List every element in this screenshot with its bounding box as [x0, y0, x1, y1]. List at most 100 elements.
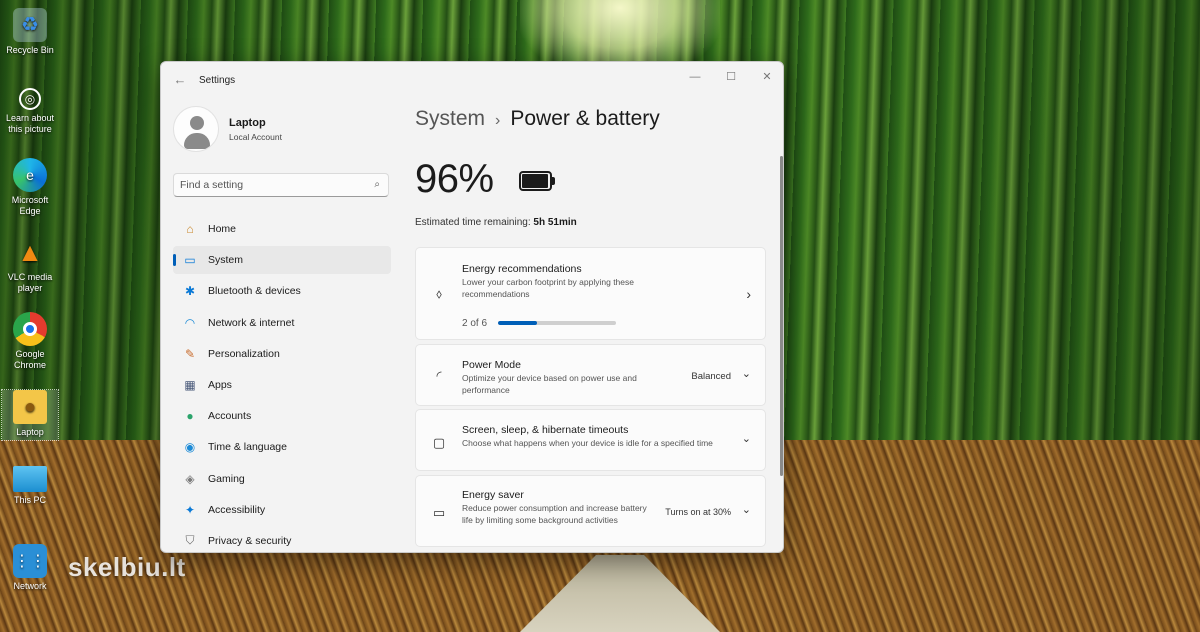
brush-icon: ✎	[184, 346, 196, 361]
sidebar-item-home[interactable]: ⌂ Home	[173, 215, 391, 243]
sidebar-item-bluetooth-devices[interactable]: ✱ Bluetooth & devices	[173, 277, 391, 305]
card-description: Optimize your device based on power use …	[462, 373, 637, 395]
back-button[interactable]: ←	[171, 72, 189, 88]
sidebar-item-apps[interactable]: ▦ Apps	[173, 371, 391, 399]
energy-saver-dropdown[interactable]: Turns on at 30%	[665, 507, 731, 517]
sidebar-item-label: Time & language	[208, 441, 287, 454]
search-input[interactable]	[180, 177, 360, 193]
watermark: skelbiu.lt	[68, 552, 186, 582]
sidebar-item-label: Apps	[208, 378, 232, 391]
profile-account-type: Local Account	[229, 132, 282, 142]
sidebar-nav: ⌂ Home ▭ System ✱ Bluetooth & devices ◠ Network…	[173, 215, 391, 552]
sidebar-item-privacy-security[interactable]: ⛉ Privacy & security	[173, 527, 391, 552]
chrome-icon	[13, 312, 47, 346]
desktop-icon-network[interactable]: ⋮⋮ Network	[2, 544, 58, 592]
sidebar-item-accounts[interactable]: ● Accounts	[173, 402, 391, 430]
scrollbar[interactable]	[780, 156, 783, 476]
home-icon: ⌂	[186, 222, 194, 236]
desktop-icon-vlc[interactable]: ▲ VLC media player	[2, 235, 58, 294]
user-folder-icon: ●	[13, 390, 47, 424]
battery-tip	[552, 177, 555, 185]
edge-icon: e	[13, 158, 47, 192]
monitor-icon	[13, 466, 47, 492]
avatar-head	[190, 116, 204, 130]
sidebar-item-accessibility[interactable]: ✦ Accessibility	[173, 496, 391, 524]
sidebar-item-label: Network & internet	[208, 316, 295, 329]
desktop-icon-label: Microsoft Edge	[11, 195, 49, 216]
wifi-icon: ◠	[184, 315, 196, 330]
page-title: Power & battery	[510, 107, 660, 130]
sidebar-item-label: System	[208, 254, 244, 267]
breadcrumb-separator: ›	[495, 112, 501, 129]
sidebar-item-time-language[interactable]: ◉ Time & language	[173, 433, 391, 461]
breadcrumb-parent[interactable]: System	[415, 107, 485, 130]
search-icon[interactable]: ⌕	[374, 179, 380, 190]
desktop-icon-learn-picture[interactable]: ◎ Learn about this picture	[2, 88, 58, 135]
settings-window: ← Settings — ☐ ✕ Laptop Local Account ⌕ …	[160, 61, 784, 553]
minimize-button[interactable]: —	[677, 66, 713, 88]
user-profile[interactable]: Laptop Local Account	[173, 106, 373, 152]
desktop-icon-this-pc[interactable]: This PC	[2, 466, 58, 506]
energy-recommendations-card[interactable]: ⬨ Energy recommendations Lower your carb…	[415, 247, 766, 340]
sidebar-item-label: Personalization	[208, 347, 280, 360]
power-mode-dropdown[interactable]: Balanced	[691, 371, 731, 382]
chevron-right-icon[interactable]: ›	[746, 286, 751, 302]
system-icon: ▭	[184, 253, 196, 268]
sidebar-item-personalization[interactable]: ✎ Personalization	[173, 340, 391, 368]
profile-name: Laptop	[229, 117, 266, 129]
card-title: Energy recommendations	[462, 263, 582, 275]
battery-percent: 96%	[415, 157, 494, 201]
battery-fill	[522, 174, 548, 188]
desktop-icon-edge[interactable]: e Microsoft Edge	[2, 158, 58, 217]
card-title: Screen, sleep, & hibernate timeouts	[462, 424, 629, 436]
desktop-icon-label: Google Chrome	[13, 349, 46, 370]
shield-icon: ⛉	[185, 533, 195, 548]
sidebar-item-label: Privacy & security	[208, 534, 292, 547]
desktop-icon-laptop[interactable]: ● Laptop	[1, 389, 59, 441]
sidebar-item-system[interactable]: ▭ System	[173, 246, 391, 275]
avatar	[173, 106, 219, 152]
gamepad-icon: ◈	[185, 471, 195, 486]
desktop-icon-recycle-bin[interactable]: ♻ Recycle Bin	[2, 8, 58, 56]
progress-fill	[498, 321, 538, 325]
sidebar-item-network-internet[interactable]: ◠ Network & internet	[173, 309, 391, 337]
avatar-body	[184, 133, 210, 149]
vlc-cone-icon: ▲	[17, 236, 43, 267]
desktop-icon-label: VLC media player	[7, 272, 53, 293]
sidebar-item-label: Home	[208, 223, 237, 235]
card-title: Power Mode	[462, 359, 521, 371]
remaining-value: 5h 51min	[533, 217, 577, 228]
search-box[interactable]: ⌕	[173, 173, 389, 197]
energy-saver-card[interactable]: ▭ Energy saver Reduce power consumption …	[415, 475, 766, 547]
estimated-time-remaining: Estimated time remaining: 5h 51min	[415, 217, 577, 228]
power-mode-card[interactable]: ◜ Power Mode Optimize your device based …	[415, 344, 766, 406]
chevron-down-icon[interactable]: ⌄	[742, 503, 751, 516]
energy-saver-icon: ▭	[432, 505, 446, 520]
accessibility-icon: ✦	[184, 502, 196, 517]
chevron-down-icon[interactable]: ⌄	[742, 432, 751, 445]
desktop-icon-chrome[interactable]: Google Chrome	[2, 312, 58, 371]
close-button[interactable]: ✕	[749, 66, 783, 88]
sidebar-item-label: Accounts	[208, 410, 252, 423]
desktop-icon-label: Learn about this picture	[5, 113, 55, 134]
breadcrumb: System › Power & battery	[415, 107, 660, 131]
window-title: Settings	[199, 75, 236, 86]
network-icon: ⋮⋮	[13, 544, 47, 578]
card-title: Energy saver	[462, 489, 524, 501]
sidebar-item-gaming[interactable]: ◈ Gaming	[173, 465, 391, 493]
accounts-icon: ●	[186, 409, 194, 424]
recycle-bin-icon: ♻	[13, 8, 47, 42]
remaining-label: Estimated time remaining:	[415, 217, 531, 228]
bluetooth-icon: ✱	[184, 284, 196, 299]
progress-label: 2 of 6	[462, 318, 488, 329]
screen-sleep-icon: ▢	[432, 435, 446, 450]
maximize-button[interactable]: ☐	[713, 66, 749, 88]
screen-sleep-timeouts-card[interactable]: ▢ Screen, sleep, & hibernate timeouts Ch…	[415, 409, 766, 471]
battery-icon	[519, 171, 555, 191]
desktop-icon-label: Network	[13, 581, 47, 591]
chevron-down-icon[interactable]: ⌄	[742, 367, 751, 380]
desktop-icon-label: Recycle Bin	[6, 45, 54, 55]
progress-bar	[498, 321, 616, 325]
sidebar-item-label: Gaming	[208, 472, 245, 485]
desktop-icon-label: This PC	[13, 495, 46, 505]
